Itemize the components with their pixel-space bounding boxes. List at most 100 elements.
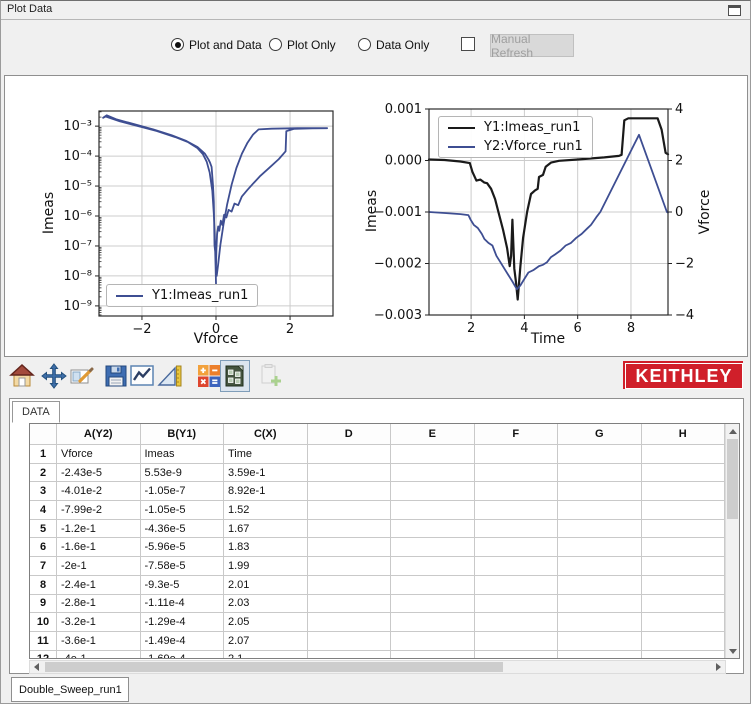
- table-cell[interactable]: 8.92e-1: [224, 482, 308, 501]
- table-cell[interactable]: [475, 613, 559, 632]
- row-number[interactable]: 4: [30, 501, 57, 520]
- table-cell[interactable]: [308, 501, 392, 520]
- table-cell[interactable]: -5.96e-5: [141, 538, 225, 557]
- table-cell[interactable]: -1.2e-1: [57, 520, 141, 539]
- table-cell[interactable]: 2.07: [224, 632, 308, 651]
- table-cell[interactable]: [475, 520, 559, 539]
- scroll-up-arrow[interactable]: [726, 424, 739, 438]
- scaling-button[interactable]: [154, 360, 184, 392]
- row-number[interactable]: 9: [30, 595, 57, 614]
- table-cell[interactable]: [308, 613, 392, 632]
- table-cell[interactable]: Vforce: [57, 445, 141, 464]
- table-row[interactable]: 10-3.2e-1-1.29e-42.05: [30, 613, 739, 632]
- row-number[interactable]: 12: [30, 651, 57, 659]
- column-header[interactable]: C(X): [224, 424, 308, 445]
- table-cell[interactable]: 5.53e-9: [141, 464, 225, 483]
- radio-data-only[interactable]: [358, 38, 371, 51]
- row-number[interactable]: 3: [30, 482, 57, 501]
- table-cell[interactable]: [558, 651, 642, 659]
- column-header[interactable]: D: [308, 424, 392, 445]
- table-cell[interactable]: -2e-1: [57, 557, 141, 576]
- table-row[interactable]: 8-2.4e-1-9.3e-52.01: [30, 576, 739, 595]
- table-cell[interactable]: [475, 595, 559, 614]
- table-row[interactable]: 5-1.2e-1-4.36e-51.67: [30, 520, 739, 539]
- table-cell[interactable]: [558, 632, 642, 651]
- row-number[interactable]: 2: [30, 464, 57, 483]
- table-cell[interactable]: [391, 613, 475, 632]
- table-row[interactable]: 9-2.8e-1-1.11e-42.03: [30, 595, 739, 614]
- table-cell[interactable]: [308, 538, 392, 557]
- table-cell[interactable]: [475, 538, 559, 557]
- row-number[interactable]: 6: [30, 538, 57, 557]
- table-cell[interactable]: [391, 520, 475, 539]
- row-number[interactable]: 10: [30, 613, 57, 632]
- table-row[interactable]: 1VforceImeasTime: [30, 445, 739, 464]
- table-cell[interactable]: 3.59e-1: [224, 464, 308, 483]
- table-cell[interactable]: -1.49e-4: [141, 632, 225, 651]
- table-cell[interactable]: 1.52: [224, 501, 308, 520]
- table-cell[interactable]: [308, 632, 392, 651]
- table-row[interactable]: 6-1.6e-1-5.96e-51.83: [30, 538, 739, 557]
- horizontal-scroll-thumb[interactable]: [45, 662, 503, 672]
- table-cell[interactable]: -4.01e-2: [57, 482, 141, 501]
- table-cell[interactable]: -1.69e-4: [141, 651, 225, 659]
- table-cell[interactable]: [642, 520, 726, 539]
- column-header[interactable]: F: [475, 424, 559, 445]
- table-cell[interactable]: [391, 464, 475, 483]
- table-cell[interactable]: [475, 632, 559, 651]
- table-cell[interactable]: [308, 557, 392, 576]
- table-cell[interactable]: 1.67: [224, 520, 308, 539]
- table-row[interactable]: 4-7.99e-2-1.05e-51.52: [30, 501, 739, 520]
- table-cell[interactable]: [642, 651, 726, 659]
- table-cell[interactable]: [391, 632, 475, 651]
- radio-plot-only[interactable]: [269, 38, 282, 51]
- table-cell[interactable]: [308, 445, 392, 464]
- row-number[interactable]: 8: [30, 576, 57, 595]
- edit-axes-button[interactable]: [67, 360, 97, 392]
- manual-refresh-button[interactable]: Manual Refresh: [490, 34, 574, 57]
- table-cell[interactable]: [642, 464, 726, 483]
- vertical-scrollbar[interactable]: [725, 424, 739, 658]
- table-cell[interactable]: [475, 482, 559, 501]
- table-cell[interactable]: -1.05e-7: [141, 482, 225, 501]
- table-cell[interactable]: -1.6e-1: [57, 538, 141, 557]
- table-cell[interactable]: [391, 445, 475, 464]
- table-cell[interactable]: [475, 557, 559, 576]
- sheet-tab-double-sweep-run1[interactable]: Double_Sweep_run1: [11, 677, 129, 702]
- table-cell[interactable]: [475, 445, 559, 464]
- table-cell[interactable]: Time: [224, 445, 308, 464]
- tab-data[interactable]: DATA: [12, 401, 60, 423]
- table-cell[interactable]: [308, 464, 392, 483]
- table-cell[interactable]: -2.4e-1: [57, 576, 141, 595]
- scroll-left-arrow[interactable]: [30, 660, 43, 674]
- table-cell[interactable]: [391, 595, 475, 614]
- table-cell[interactable]: [308, 651, 392, 659]
- table-cell[interactable]: [558, 501, 642, 520]
- table-cell[interactable]: -1.11e-4: [141, 595, 225, 614]
- table-cell[interactable]: -1.05e-5: [141, 501, 225, 520]
- table-cell[interactable]: Imeas: [141, 445, 225, 464]
- table-cell[interactable]: [558, 520, 642, 539]
- table-cell[interactable]: [475, 576, 559, 595]
- table-cell[interactable]: [642, 613, 726, 632]
- scroll-right-arrow[interactable]: [712, 660, 725, 674]
- table-cell[interactable]: [308, 482, 392, 501]
- table-cell[interactable]: [558, 482, 642, 501]
- table-cell[interactable]: [308, 576, 392, 595]
- row-number[interactable]: 11: [30, 632, 57, 651]
- table-cell[interactable]: [558, 557, 642, 576]
- table-cell[interactable]: 2.05: [224, 613, 308, 632]
- table-cell[interactable]: -4.36e-5: [141, 520, 225, 539]
- row-number[interactable]: 7: [30, 557, 57, 576]
- table-cell[interactable]: -4e-1: [57, 651, 141, 659]
- restore-window-icon[interactable]: [728, 5, 741, 16]
- manual-refresh-checkbox[interactable]: [461, 37, 475, 51]
- table-cell[interactable]: [475, 501, 559, 520]
- radio-plot-and-data[interactable]: [171, 38, 184, 51]
- table-row[interactable]: 11-3.6e-1-1.49e-42.07: [30, 632, 739, 651]
- table-cell[interactable]: [642, 576, 726, 595]
- table-cell[interactable]: [391, 482, 475, 501]
- table-cell[interactable]: [642, 557, 726, 576]
- table-cell[interactable]: [475, 651, 559, 659]
- table-cell[interactable]: [642, 501, 726, 520]
